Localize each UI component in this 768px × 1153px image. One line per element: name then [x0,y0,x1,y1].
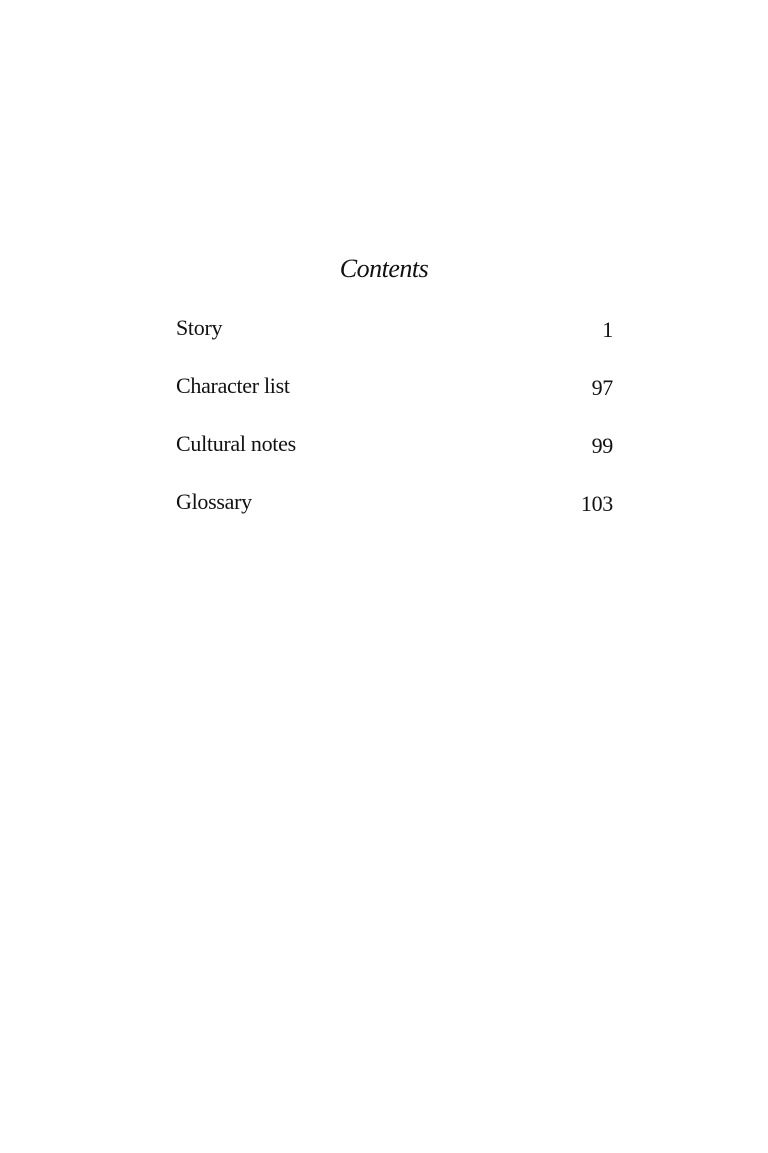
toc-entry-page-number: 1 [602,317,613,342]
contents-title: Contents [339,254,429,283]
toc-entry-character-list: Character list 97 [176,373,613,431]
toc-entry-story: Story 1 [176,315,613,373]
toc-entry-cultural-notes: Cultural notes 99 [176,431,613,489]
toc-entry-page-number: 97 [591,375,614,400]
toc-entry-glossary: Glossary 103 [176,489,613,547]
toc-entry-label: Glossary [176,489,252,514]
toc-entry-label: Cultural notes [176,431,296,456]
toc-entry-label: Story [176,315,223,340]
toc-entry-page-number: 103 [580,491,613,516]
toc-entry-page-number: 99 [591,433,614,458]
toc-entry-label: Character list [176,373,290,398]
table-of-contents: Story 1 Character list 97 Cultural notes… [176,315,613,547]
book-page: Contents Story 1 Character list 97 Cultu… [0,0,768,1153]
